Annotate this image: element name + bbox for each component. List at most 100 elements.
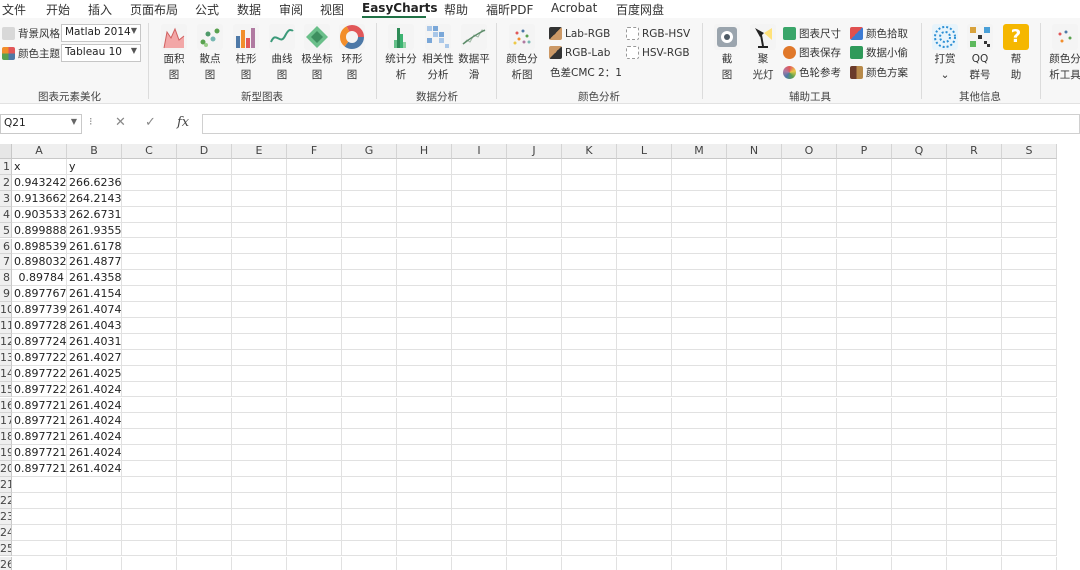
cell-e10[interactable] [232,302,287,318]
cell-p12[interactable] [837,333,892,350]
cell-j4[interactable] [507,206,562,223]
cell-j20[interactable] [507,461,562,477]
cell-m25[interactable] [672,540,727,557]
cell-q20[interactable] [892,461,947,477]
cell-h19[interactable] [397,445,452,462]
cell-o10[interactable] [782,302,837,318]
cell-i8[interactable] [452,270,507,287]
cell-g8[interactable] [342,270,397,287]
cell-g10[interactable] [342,302,397,318]
row-header[interactable]: 22 [0,492,12,509]
cell-e21[interactable] [232,477,287,493]
cell-a18[interactable]: 0.897721 [12,429,67,446]
cell-g16[interactable] [342,397,397,414]
cell-p19[interactable] [837,445,892,462]
cell-j1[interactable] [507,159,562,175]
cell-d7[interactable] [177,254,232,271]
column-header-s[interactable]: S [1002,144,1057,159]
cell-n18[interactable] [727,429,782,446]
cell-c19[interactable] [122,445,177,462]
cell-s8[interactable] [1002,270,1057,287]
cell-l1[interactable] [617,159,672,175]
column-header-l[interactable]: L [617,144,672,159]
menu-help[interactable]: 帮助 [444,1,468,18]
cell-l23[interactable] [617,508,672,525]
cell-b19[interactable]: 261.4024 [67,445,122,462]
cell-m5[interactable] [672,222,727,239]
cell-m23[interactable] [672,508,727,525]
cell-k5[interactable] [562,222,617,239]
cell-f18[interactable] [287,429,342,446]
cell-o18[interactable] [782,429,837,446]
cell-n12[interactable] [727,333,782,350]
cell-c11[interactable] [122,318,177,334]
cell-p23[interactable] [837,508,892,525]
cell-o2[interactable] [782,174,837,191]
cell-l15[interactable] [617,381,672,398]
cell-q5[interactable] [892,222,947,239]
cell-j8[interactable] [507,270,562,287]
cell-h6[interactable] [397,238,452,255]
cell-l24[interactable] [617,524,672,541]
cell-k8[interactable] [562,270,617,287]
cancel-icon[interactable]: ✕ [115,115,126,130]
hsv-rgb-button[interactable]: HSV-RGB [626,44,690,61]
cell-b1[interactable]: y [67,159,122,175]
cell-h4[interactable] [397,206,452,223]
row-header[interactable]: 20 [0,461,12,477]
row-header[interactable]: 5 [0,222,12,239]
cell-k16[interactable] [562,397,617,414]
cell-h9[interactable] [397,286,452,303]
area-chart-button[interactable]: 面积 图 [156,24,192,82]
cell-l11[interactable] [617,318,672,334]
cell-p26[interactable] [837,556,892,570]
cell-d22[interactable] [177,492,232,509]
cell-m17[interactable] [672,413,727,430]
cell-e20[interactable] [232,461,287,477]
cell-j11[interactable] [507,318,562,334]
cell-a16[interactable]: 0.897721 [12,397,67,414]
cell-j19[interactable] [507,445,562,462]
cell-b9[interactable]: 261.4154 [67,286,122,303]
cell-a1[interactable]: x [12,159,67,175]
cell-j22[interactable] [507,492,562,509]
cell-h1[interactable] [397,159,452,175]
cell-d24[interactable] [177,524,232,541]
cell-m19[interactable] [672,445,727,462]
cell-d2[interactable] [177,174,232,191]
cell-l21[interactable] [617,477,672,493]
cell-a3[interactable]: 0.913662 [12,190,67,207]
cell-l25[interactable] [617,540,672,557]
cell-n7[interactable] [727,254,782,271]
cell-j12[interactable] [507,333,562,350]
scatter-chart-button[interactable]: 散点 图 [192,24,228,82]
cell-j14[interactable] [507,365,562,382]
row-header[interactable]: 11 [0,318,12,334]
cell-s19[interactable] [1002,445,1057,462]
name-box[interactable]: Q21 ▼ [0,114,82,134]
cell-p21[interactable] [837,477,892,493]
smoothing-button[interactable]: 数据平 滑 [456,24,492,82]
menu-home[interactable]: 开始 [46,1,70,18]
bg-style-select[interactable]: Matlab 2014 ▼ [61,24,141,42]
cell-d5[interactable] [177,222,232,239]
cell-m2[interactable] [672,174,727,191]
insert-function-icon[interactable]: fx [177,115,189,130]
cell-c25[interactable] [122,540,177,557]
cell-j23[interactable] [507,508,562,525]
cell-e26[interactable] [232,556,287,570]
cell-j17[interactable] [507,413,562,430]
cell-o9[interactable] [782,286,837,303]
cell-e13[interactable] [232,349,287,366]
cell-q2[interactable] [892,174,947,191]
cell-b4[interactable]: 262.6731 [67,206,122,223]
cell-r12[interactable] [947,333,1002,350]
cell-f6[interactable] [287,238,342,255]
cell-k20[interactable] [562,461,617,477]
cell-d11[interactable] [177,318,232,334]
cell-r2[interactable] [947,174,1002,191]
cell-j25[interactable] [507,540,562,557]
cell-l17[interactable] [617,413,672,430]
cell-f11[interactable] [287,318,342,334]
cell-i21[interactable] [452,477,507,493]
